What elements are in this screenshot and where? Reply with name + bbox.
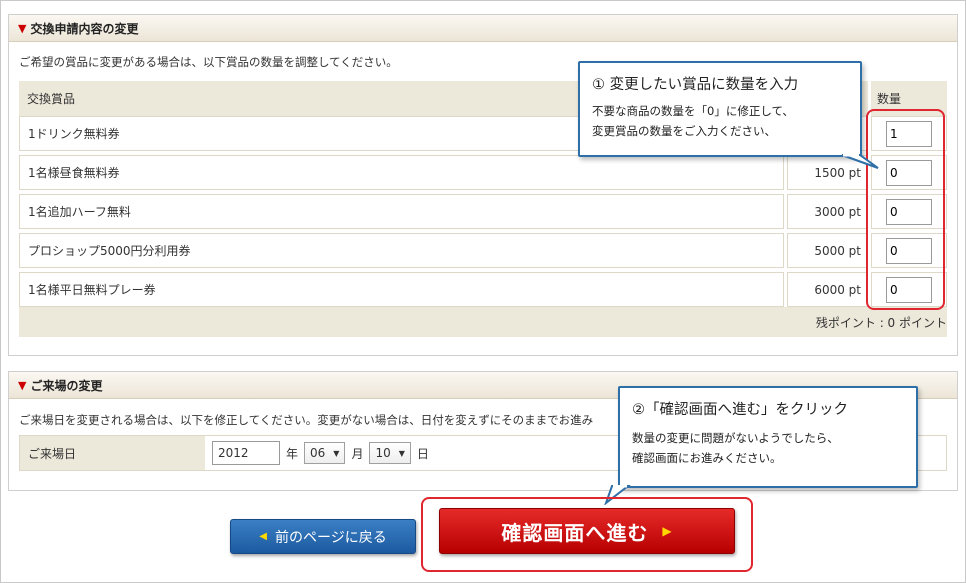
month-select[interactable]: 06 ▼ [304, 442, 346, 464]
triangle-down-icon: ▼ [18, 378, 27, 392]
day-unit: 日 [416, 446, 429, 461]
confirm-button-label: 確認画面へ進む [501, 520, 649, 545]
callout1-line2: 変更賞品の数量をご入力ください、 [592, 124, 776, 138]
exchange-section-header: ▼ 交換申請内容の変更 [9, 15, 957, 42]
day-value: 10 [375, 446, 391, 460]
year-input[interactable]: 2012 [212, 441, 280, 465]
item-name: プロショップ5000円分利用券 [19, 233, 784, 268]
qty-highlight-box [866, 109, 945, 310]
arrow-left-icon: ◀ [259, 531, 267, 542]
callout1-line1: 不要な商品の数量を「0」に修正して、 [592, 104, 794, 118]
month-value: 06 [310, 446, 326, 460]
visit-description: ご来場日を変更される場合は、以下を修正してください。変更がない場合は、日付を変え… [19, 413, 594, 427]
callout2-line1: 数量の変更に問題がないようでしたら、 [632, 431, 839, 445]
item-points: 5000 pt [787, 233, 868, 268]
callout2-title: ②「確認画面へ進む」をクリック [632, 402, 848, 418]
visit-date-label: ご来場日 [20, 436, 205, 470]
back-button-label: 前のページに戻る [274, 529, 387, 546]
confirm-button[interactable]: 確認画面へ進む ▶ [439, 508, 735, 554]
item-name: 1名様平日無料プレー券 [19, 272, 784, 307]
remaining-points: 残ポイント : 0 ポイント [815, 315, 947, 330]
day-select[interactable]: 10 ▼ [369, 442, 411, 464]
exchange-description: ご希望の賞品に変更がある場合は、以下賞品の数量を調整してください。 [19, 55, 398, 69]
chevron-down-icon: ▼ [398, 448, 405, 458]
callout-confirm-instruction: ②「確認画面へ進む」をクリック 数量の変更に問題がないようでしたら、 確認画面に… [618, 386, 918, 488]
callout-qty-instruction: ① 変更したい賞品に数量を入力 不要な商品の数量を「0」に修正して、 変更賞品の… [578, 61, 862, 157]
remaining-points-row: 残ポイント : 0 ポイント [19, 307, 947, 337]
callout2-line2: 確認画面にお進みください。 [632, 451, 782, 465]
triangle-down-icon: ▼ [18, 21, 27, 35]
item-points: 6000 pt [787, 272, 868, 307]
item-name: 1名追加ハーフ無料 [19, 194, 784, 229]
chevron-down-icon: ▼ [333, 448, 340, 458]
month-unit: 月 [351, 446, 364, 461]
callout1-title: ① 変更したい賞品に数量を入力 [592, 77, 799, 93]
item-points: 3000 pt [787, 194, 868, 229]
back-button[interactable]: ◀ 前のページに戻る [230, 519, 416, 554]
visit-section-title: ご来場の変更 [30, 378, 103, 393]
arrow-right-icon: ▶ [662, 524, 673, 538]
callout1-pointer [841, 154, 879, 169]
year-unit: 年 [286, 446, 299, 461]
exchange-section-title: 交換申請内容の変更 [30, 21, 139, 36]
item-name: 1名様昼食無料券 [19, 155, 784, 190]
